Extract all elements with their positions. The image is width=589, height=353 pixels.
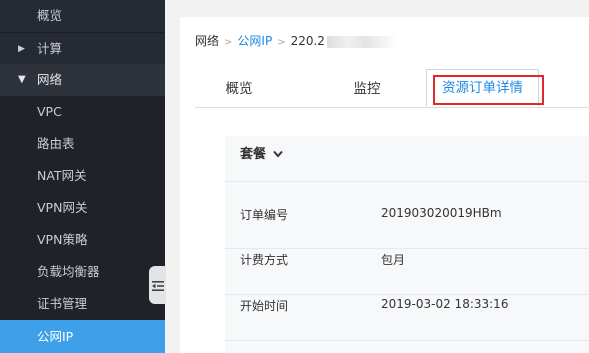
order-number-value: 201903020019HBm [381,206,502,220]
sidebar-item-label: 概览 [37,8,63,23]
sidebar: 概览 ▶ 计算 ▼ 网络 VPC 路由表 NAT网关 VPN网关 VPN策略 负… [0,0,165,353]
divider [225,340,589,341]
sidebar-item-nat-gateway[interactable]: NAT网关 [0,160,165,192]
breadcrumb-network[interactable]: 网络 [195,34,219,48]
divider [225,181,589,182]
main-panel: 网络 > 公网IP >220.2 概览 监控 资源订单详情 套餐 订单编号 20190… [180,17,589,353]
tab-overview[interactable]: 概览 [195,71,283,107]
sidebar-item-overview[interactable]: 概览 [0,0,165,32]
sidebar-item-route-table[interactable]: 路由表 [0,128,165,160]
tab-bar: 概览 监控 资源订单详情 [195,69,589,108]
sidebar-item-vpn-policy[interactable]: VPN策略 [0,224,165,256]
order-number-label: 订单编号 [240,208,289,222]
billing-method-row: 计费方式 包月 [240,237,589,283]
redacted-ip-blur [326,35,397,48]
start-time-label: 开始时间 [240,299,289,313]
sidebar-item-label: VPC [37,104,62,119]
breadcrumb-current-ip: 220.2 [290,34,325,48]
billing-method-label: 计费方式 [240,253,289,267]
tab-resource-order-details[interactable]: 资源订单详情 [426,69,539,107]
tab-monitoring[interactable]: 监控 [323,71,411,107]
sidebar-item-public-ip[interactable]: 公网IP [0,320,165,353]
sidebar-item-vpn-gateway[interactable]: VPN网关 [0,192,165,224]
sidebar-item-compute[interactable]: ▶ 计算 [0,33,165,65]
sidebar-item-label: VPN策略 [37,232,88,247]
sidebar-item-label: 证书管理 [37,296,88,311]
start-time-value: 2019-03-02 18:33:16 [381,297,509,311]
billing-method-value: 包月 [381,253,406,267]
breadcrumb-public-ip[interactable]: 公网IP [237,34,272,48]
order-number-row: 订单编号 201903020019HBm [240,192,589,238]
sidebar-item-label: 负载均衡器 [37,264,100,279]
sidebar-item-vpc[interactable]: VPC [0,96,165,128]
sidebar-item-load-balancer[interactable]: 负载均衡器 [0,256,165,288]
sidebar-item-label: VPN网关 [37,200,88,215]
breadcrumb-separator: > [277,37,286,48]
sidebar-item-label: 公网IP [37,329,74,344]
sidebar-item-label: 路由表 [37,136,75,151]
package-label: 套餐 [240,147,267,162]
sidebar-item-label: 网络 [37,72,63,87]
caret-right-icon: ▶ [18,44,25,54]
sidebar-item-label: NAT网关 [37,168,87,183]
app-root: 概览 ▶ 计算 ▼ 网络 VPC 路由表 NAT网关 VPN网关 VPN策略 负… [0,0,589,353]
chevron-down-icon [269,150,283,161]
sidebar-item-label: 计算 [37,41,63,56]
sidebar-item-certificates[interactable]: 证书管理 [0,288,165,320]
package-toggle[interactable]: 套餐 [240,143,283,167]
sidebar-item-network[interactable]: ▼ 网络 [0,64,165,96]
breadcrumb: 网络 > 公网IP >220.2 [195,33,397,51]
breadcrumb-separator: > [224,37,233,48]
order-detail-card: 套餐 订单编号 201903020019HBm 计费方式 包月 开始时间 201… [225,136,589,353]
start-time-row: 开始时间 2019-03-02 18:33:16 [240,283,589,329]
caret-down-icon: ▼ [18,74,26,85]
collapse-sidebar-icon[interactable] [149,266,166,304]
